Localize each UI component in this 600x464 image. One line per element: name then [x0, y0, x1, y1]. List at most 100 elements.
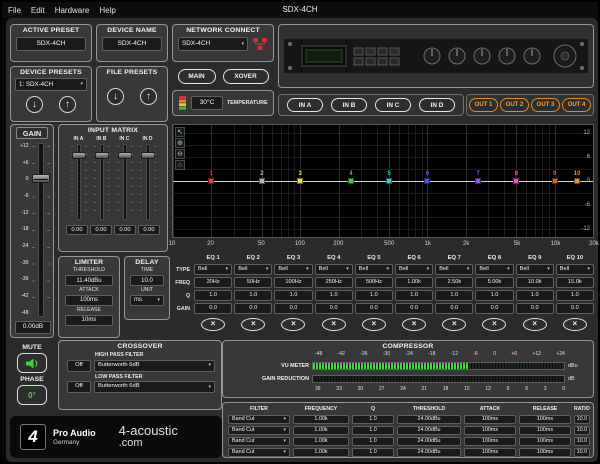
eq-band-handle[interactable] [208, 178, 215, 184]
input-select-4[interactable]: IN D [419, 98, 455, 112]
sc-filter-type-select[interactable]: Band Cut ▾ [228, 448, 290, 457]
eq-gain-value[interactable]: 0.0 [515, 303, 554, 314]
matrix-fader[interactable] [116, 144, 133, 221]
preset-store-button[interactable]: ↑ [59, 96, 76, 114]
eq-band-handle[interactable] [347, 178, 354, 184]
eq-q-value[interactable]: 1.0 [435, 290, 474, 301]
sc-ratio-value[interactable]: 10.0 [574, 437, 590, 446]
eq-gain-value[interactable]: 0.0 [314, 303, 353, 314]
eq-bypass-button[interactable]: × [201, 317, 226, 331]
sc-frequency-value[interactable]: 1.00k [293, 415, 349, 424]
eq-gain-value[interactable]: 0.0 [435, 303, 474, 314]
file-save-button[interactable]: ↑ [140, 88, 157, 106]
sc-release-value[interactable]: 100ms [519, 415, 571, 424]
delay-unit-select[interactable]: ms ▾ [130, 294, 164, 306]
eq-bypass-button[interactable]: × [522, 317, 547, 331]
eq-bypass-button[interactable]: × [321, 317, 346, 331]
eq-q-value[interactable]: 1.0 [194, 290, 233, 301]
eq-gain-value[interactable]: 0.0 [555, 303, 594, 314]
eq-bypass-button[interactable]: × [361, 317, 386, 331]
output-select-1[interactable]: OUT 1 [469, 98, 498, 112]
file-load-button[interactable]: ↓ [107, 88, 124, 106]
crossover-state-button[interactable]: Off [67, 359, 91, 372]
xover-view-button[interactable]: XOVER [222, 68, 269, 84]
output-select-3[interactable]: OUT 3 [531, 98, 560, 112]
eq-q-value[interactable]: 1.0 [274, 290, 313, 301]
eq-freq-value[interactable]: 500Hz [354, 277, 393, 288]
crossover-state-button[interactable]: Off [67, 381, 91, 394]
matrix-fader[interactable] [139, 144, 156, 221]
eq-q-value[interactable]: 1.0 [475, 290, 514, 301]
eq-freq-value[interactable]: 1.00k [395, 277, 434, 288]
eq-gain-value[interactable]: 0.0 [354, 303, 393, 314]
matrix-gain-value[interactable]: 0.00 [114, 225, 136, 236]
sc-threshold-value[interactable]: 24.00dBu [397, 437, 461, 446]
sc-release-value[interactable]: 100ms [519, 437, 571, 446]
sc-release-value[interactable]: 100ms [519, 448, 571, 457]
sc-frequency-value[interactable]: 1.00k [293, 448, 349, 457]
phase-button[interactable]: 0° [17, 385, 47, 405]
eq-type-select[interactable]: Bell ▾ [354, 264, 393, 275]
sc-filter-type-select[interactable]: Band Cut ▾ [228, 437, 290, 446]
eq-band-handle[interactable] [424, 178, 431, 184]
matrix-gain-value[interactable]: 0.00 [66, 225, 88, 236]
preset-recall-button[interactable]: ↓ [26, 96, 43, 114]
eq-freq-value[interactable]: 5.00k [475, 277, 514, 288]
matrix-fader-knob[interactable] [71, 152, 86, 160]
matrix-fader-knob[interactable] [94, 152, 109, 160]
sc-attack-value[interactable]: 100ms [464, 426, 516, 435]
network-device-select[interactable]: SDX-4CH ▾ [178, 37, 248, 52]
sc-attack-value[interactable]: 100ms [464, 437, 516, 446]
eq-type-select[interactable]: Bell ▾ [435, 264, 474, 275]
output-select-2[interactable]: OUT 2 [500, 98, 529, 112]
main-view-button[interactable]: MAIN [177, 68, 216, 84]
gain-value[interactable]: 0.00dB [15, 321, 51, 334]
eq-bypass-button[interactable]: × [241, 317, 266, 331]
matrix-fader[interactable] [70, 144, 87, 221]
eq-gain-value[interactable]: 0.0 [475, 303, 514, 314]
eq-bypass-button[interactable]: × [562, 317, 587, 331]
device-name-value[interactable]: SDX-4CH [102, 37, 162, 52]
sc-filter-type-select[interactable]: Band Cut ▾ [228, 426, 290, 435]
eq-freq-value[interactable]: 20Hz [194, 277, 233, 288]
reset-view-tool-icon[interactable]: ○ [175, 160, 185, 170]
sc-ratio-value[interactable]: 10.0 [574, 448, 590, 457]
delay-time-value[interactable]: 10.0 [130, 275, 164, 287]
eq-q-value[interactable]: 1.0 [515, 290, 554, 301]
sc-threshold-value[interactable]: 24.00dBu [397, 415, 461, 424]
eq-freq-value[interactable]: 15.0k [555, 277, 594, 288]
crossover-type-select[interactable]: Butterworth 6dB ▾ [94, 359, 215, 372]
eq-type-select[interactable]: Bell ▾ [515, 264, 554, 275]
eq-band-handle[interactable] [513, 178, 520, 184]
limiter-threshold-value[interactable]: 11.40dBu [65, 275, 113, 287]
sc-ratio-value[interactable]: 10.0 [574, 415, 590, 424]
sc-q-value[interactable]: 1.0 [352, 437, 394, 446]
gain-fader-knob[interactable] [31, 173, 50, 183]
menu-item-help[interactable]: Help [99, 6, 115, 15]
menu-item-edit[interactable]: Edit [31, 6, 45, 15]
eq-type-select[interactable]: Bell ▾ [234, 264, 273, 275]
eq-q-value[interactable]: 1.0 [555, 290, 594, 301]
eq-bypass-button[interactable]: × [442, 317, 467, 331]
eq-band-handle[interactable] [258, 178, 265, 184]
eq-freq-value[interactable]: 10.0k [515, 277, 554, 288]
device-preset-select[interactable]: 1: SDX-4CH ▾ [15, 78, 87, 92]
eq-freq-value[interactable]: 100Hz [274, 277, 313, 288]
eq-band-handle[interactable] [297, 178, 304, 184]
matrix-gain-value[interactable]: 0.00 [90, 225, 112, 236]
sc-q-value[interactable]: 1.0 [352, 448, 394, 457]
eq-gain-value[interactable]: 0.0 [234, 303, 273, 314]
sc-frequency-value[interactable]: 1.00k [293, 437, 349, 446]
eq-gain-value[interactable]: 0.0 [395, 303, 434, 314]
input-select-1[interactable]: IN A [287, 98, 323, 112]
eq-band-handle[interactable] [475, 178, 482, 184]
sc-q-value[interactable]: 1.0 [352, 426, 394, 435]
sc-q-value[interactable]: 1.0 [352, 415, 394, 424]
eq-band-handle[interactable] [574, 178, 581, 184]
menu-item-file[interactable]: File [8, 6, 21, 15]
eq-freq-value[interactable]: 2.50k [435, 277, 474, 288]
sc-filter-type-select[interactable]: Band Cut ▾ [228, 415, 290, 424]
eq-q-value[interactable]: 1.0 [234, 290, 273, 301]
sc-attack-value[interactable]: 100ms [464, 415, 516, 424]
eq-type-select[interactable]: Bell ▾ [555, 264, 594, 275]
